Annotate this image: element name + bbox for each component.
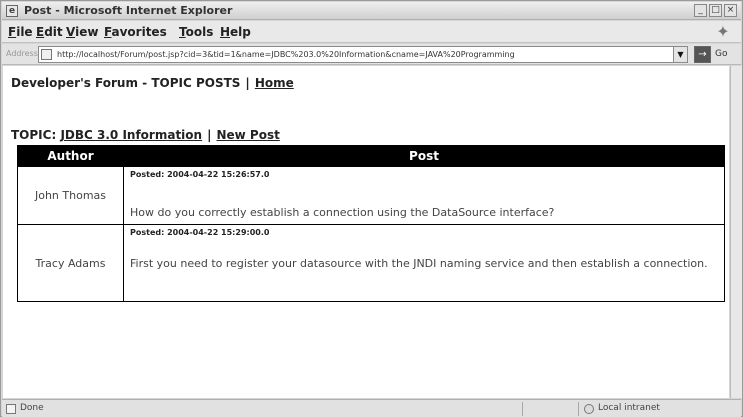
new-post-link[interactable]: New Post [216, 128, 279, 142]
security-zone: Local intranet [598, 403, 660, 413]
status-bar: Done Local intranet [2, 399, 741, 417]
maximize-button[interactable]: □ [709, 4, 722, 17]
menu-edit[interactable]: Edit [36, 25, 63, 39]
vertical-scrollbar[interactable] [730, 66, 742, 398]
intranet-zone-icon [584, 404, 594, 414]
table-header-row: Author Post [17, 145, 725, 167]
address-url[interactable]: http://localhost/Forum/post.jsp?cid=3&ti… [57, 50, 515, 59]
home-link[interactable]: Home [255, 76, 294, 90]
browser-window: e Post - Microsoft Internet Explorer _ □… [0, 0, 743, 417]
go-button[interactable]: Go [715, 49, 727, 59]
menu-favorites[interactable]: Favorites [104, 25, 167, 39]
topic-link[interactable]: JDBC 3.0 Information [60, 128, 202, 142]
ie-throbber-icon: ✦ [716, 22, 730, 41]
status-page-icon [6, 404, 16, 414]
minimize-button[interactable]: _ [694, 4, 707, 17]
status-divider [522, 402, 523, 416]
status-divider [578, 402, 579, 416]
page-content: Developer's Forum - TOPIC POSTS | Home TOP… [3, 66, 729, 398]
window-controls: _ □ × [694, 4, 737, 17]
posts-table: Author Post John Thomas Posted: 2004-04-… [17, 145, 725, 302]
address-dropdown-icon[interactable]: ▼ [673, 47, 687, 62]
page-title: Developer's Forum - TOPIC POSTS [11, 76, 241, 90]
menu-bar: File Edit View Favorites Tools Help ✦ [2, 21, 741, 43]
title-bar: e Post - Microsoft Internet Explorer _ □… [2, 2, 741, 20]
table-row: John Thomas Posted: 2004-04-22 15:26:57.… [17, 166, 725, 225]
author-cell: Tracy Adams [17, 224, 124, 302]
post-body: How do you correctly establish a connect… [130, 206, 555, 219]
author-column-header: Author [17, 145, 124, 167]
heading-separator: | [245, 76, 250, 90]
menu-help[interactable]: Help [220, 25, 251, 39]
go-arrow-icon[interactable]: → [694, 46, 711, 63]
table-row: Tracy Adams Posted: 2004-04-22 15:29:00.… [17, 224, 725, 302]
close-button[interactable]: × [724, 4, 737, 17]
post-cell: Posted: 2004-04-22 15:26:57.0 How do you… [123, 166, 725, 225]
status-text: Done [20, 403, 44, 413]
address-label: Address [6, 49, 38, 58]
post-timestamp: Posted: 2004-04-22 15:29:00.0 [130, 228, 270, 237]
post-cell: Posted: 2004-04-22 15:29:00.0 First you … [123, 224, 725, 302]
window-title: Post - Microsoft Internet Explorer [24, 4, 233, 17]
topic-separator: | [207, 128, 212, 142]
topic-prefix: TOPIC: [11, 128, 57, 142]
page-heading: Developer's Forum - TOPIC POSTS | Home [11, 76, 294, 90]
menu-file[interactable]: File [8, 25, 33, 39]
ie-app-icon[interactable]: e [6, 5, 18, 17]
post-timestamp: Posted: 2004-04-22 15:26:57.0 [130, 170, 270, 179]
menu-tools[interactable]: Tools [179, 25, 213, 39]
address-bar: Address http://localhost/Forum/post.jsp?… [2, 44, 741, 65]
topic-line: TOPIC: JDBC 3.0 Information | New Post [11, 128, 280, 142]
page-icon [41, 49, 52, 60]
menu-view[interactable]: View [66, 25, 98, 39]
post-body: First you need to register your datasour… [130, 257, 708, 270]
address-input[interactable]: http://localhost/Forum/post.jsp?cid=3&ti… [38, 46, 688, 63]
author-cell: John Thomas [17, 166, 124, 225]
post-column-header: Post [123, 145, 725, 167]
